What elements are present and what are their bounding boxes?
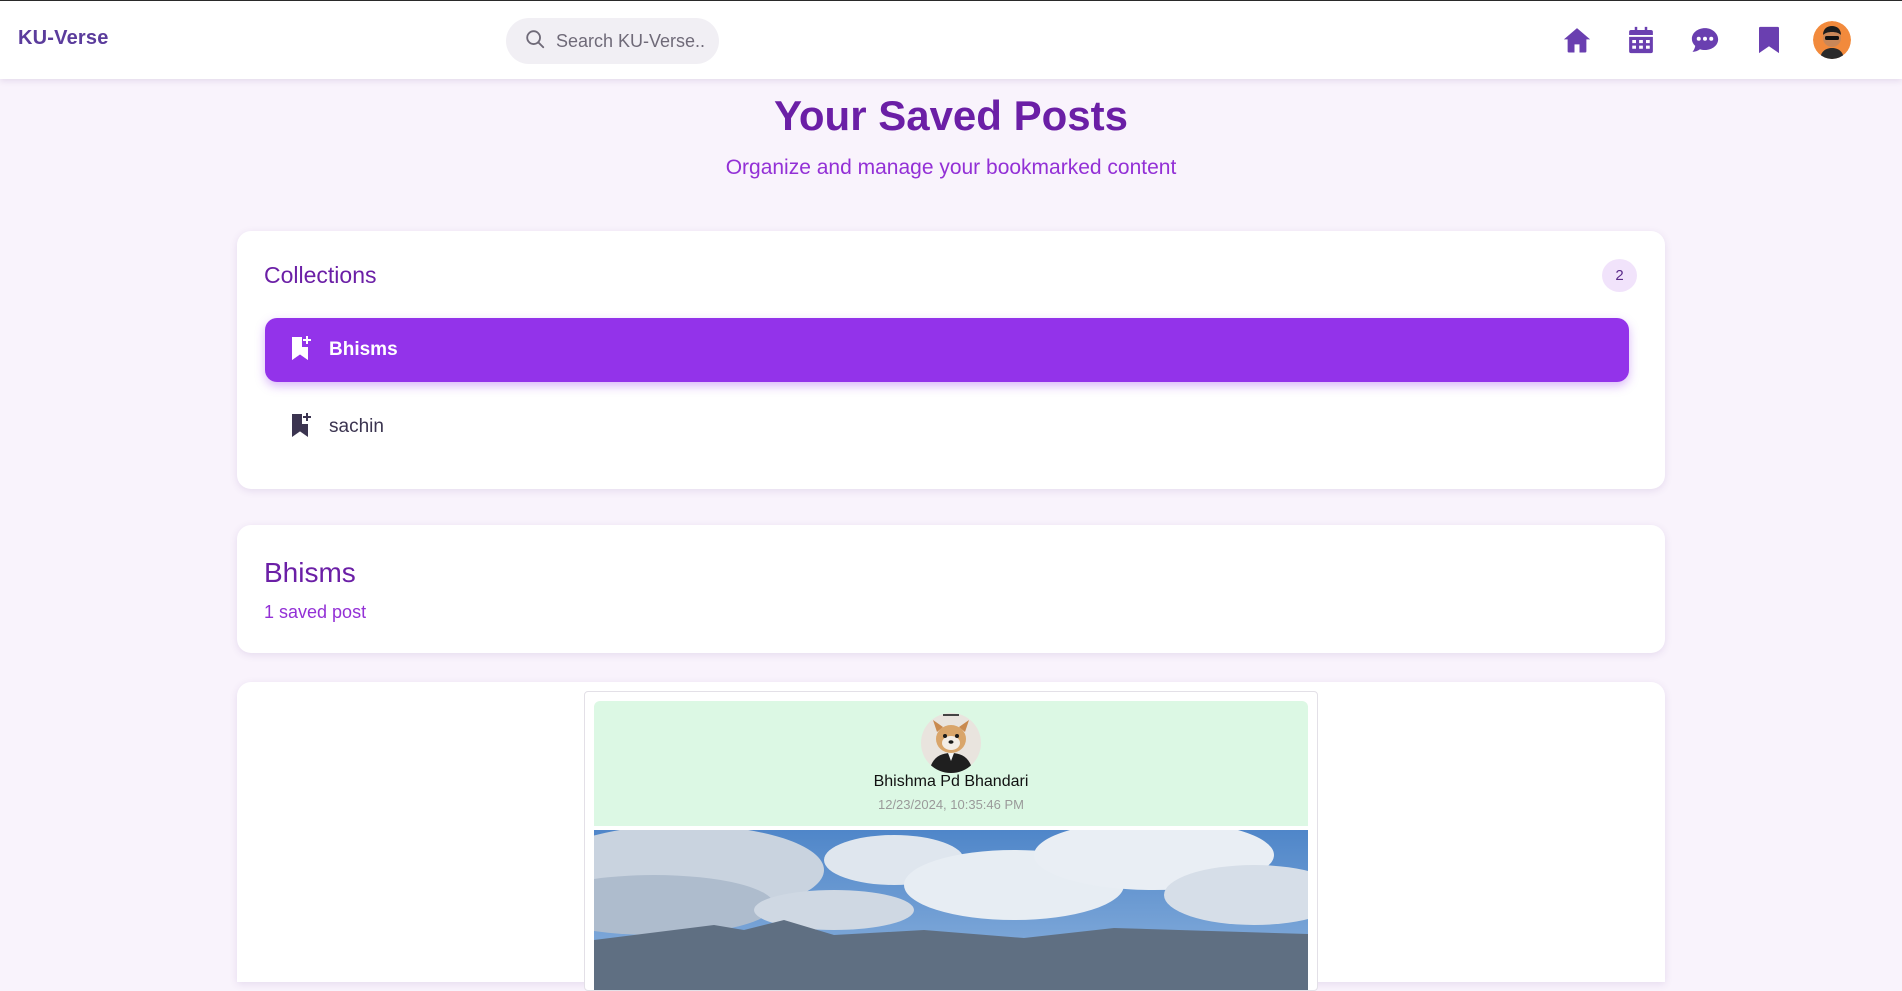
- search-input[interactable]: [556, 30, 706, 52]
- page-title: Your Saved Posts: [773, 92, 1128, 139]
- top-navbar: KU-Verse: [0, 0, 1902, 79]
- post-timestamp: 12/23/2024, 10:35:46 PM: [877, 797, 1024, 812]
- selected-collection-title: Bhisms: [264, 557, 356, 588]
- saved-post-count: 1 saved post: [264, 602, 367, 622]
- saved-post[interactable]: Bhishma Pd Bhandari 12/23/2024, 10:35:46…: [584, 691, 1318, 991]
- user-avatar[interactable]: [1813, 21, 1851, 59]
- post-image[interactable]: [594, 830, 1308, 990]
- calendar-icon[interactable]: [1625, 24, 1657, 56]
- selected-collection-card: Bhisms 1 saved post: [237, 525, 1665, 653]
- collections-title: Collections: [264, 262, 377, 288]
- search-icon: [524, 28, 546, 55]
- collections-card: Collections 2 Bhisms sachin: [237, 231, 1665, 489]
- saved-posts-card: Bhishma Pd Bhandari 12/23/2024, 10:35:46…: [237, 682, 1665, 991]
- author-avatar[interactable]: [921, 713, 981, 773]
- collection-item-bhisms[interactable]: Bhisms: [265, 318, 1629, 382]
- collection-label: Bhisms: [329, 339, 398, 360]
- collection-label: sachin: [329, 416, 384, 437]
- bookmark-plus-icon: [290, 335, 312, 365]
- chat-icon[interactable]: [1689, 24, 1721, 56]
- nav-icon-group: [1561, 21, 1851, 59]
- bookmark-plus-icon: [290, 412, 312, 442]
- home-icon[interactable]: [1561, 24, 1593, 56]
- page-subtitle: Organize and manage your bookmarked cont…: [725, 156, 1177, 179]
- post-header: Bhishma Pd Bhandari 12/23/2024, 10:35:46…: [594, 701, 1308, 826]
- collections-count-badge: 2: [1602, 259, 1637, 292]
- brand-logo[interactable]: KU-Verse: [18, 27, 109, 50]
- search-bar[interactable]: [506, 18, 719, 64]
- post-author-name[interactable]: Bhishma Pd Bhandari: [594, 773, 1308, 791]
- bookmark-icon[interactable]: [1753, 24, 1785, 56]
- collection-item-sachin[interactable]: sachin: [265, 395, 1629, 459]
